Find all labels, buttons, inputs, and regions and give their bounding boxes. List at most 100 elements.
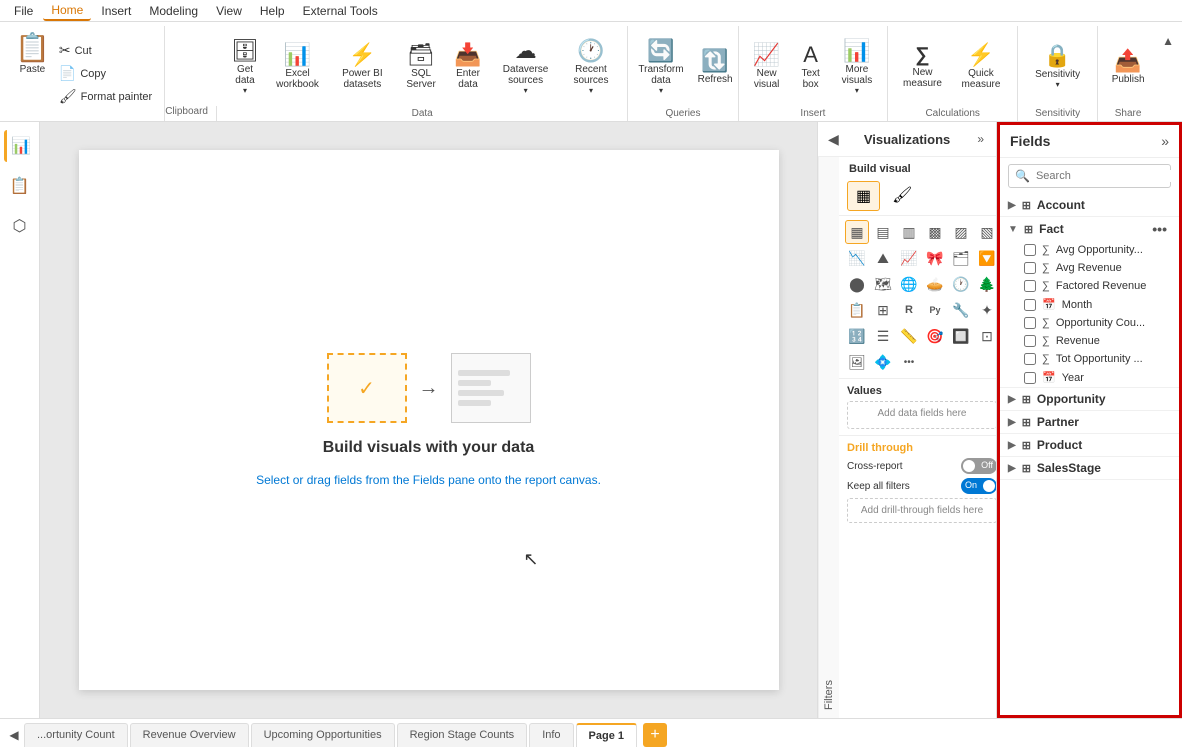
- table-view-button[interactable]: 📋: [4, 170, 36, 202]
- viz-panel-collapse-left[interactable]: ◀: [828, 131, 839, 148]
- more-visuals-button[interactable]: 📊 More visuals ▾: [835, 37, 880, 98]
- fact-more-icon[interactable]: •••: [1148, 221, 1171, 237]
- format-painter-button[interactable]: 🖌 Format painter: [55, 86, 156, 107]
- tab-region-stage-counts[interactable]: Region Stage Counts: [397, 723, 528, 747]
- viz-stacked-bar[interactable]: ▦: [845, 220, 869, 244]
- viz-filled-map[interactable]: 🌐: [897, 272, 921, 296]
- avg-revenue-checkbox[interactable]: [1024, 262, 1036, 274]
- viz-area[interactable]: ⛰: [871, 246, 895, 270]
- filters-label[interactable]: Filters: [818, 157, 839, 718]
- factored-revenue-checkbox[interactable]: [1024, 280, 1036, 292]
- field-group-salesstage-header[interactable]: ▶ ⊞ SalesStage: [1000, 457, 1179, 479]
- field-avg-revenue[interactable]: ∑ Avg Revenue: [1000, 259, 1179, 277]
- quick-measure-button[interactable]: ⚡ Quick measure: [953, 41, 1009, 93]
- month-checkbox[interactable]: [1024, 299, 1036, 311]
- field-tot-opportunity[interactable]: ∑ Tot Opportunity ...: [1000, 350, 1179, 368]
- sql-server-button[interactable]: 🗃 SQL Server: [399, 41, 444, 93]
- viz-ribbon[interactable]: 🎀: [923, 246, 947, 270]
- sensitivity-button[interactable]: 🔒 Sensitivity ▾: [1030, 42, 1085, 92]
- revenue-checkbox[interactable]: [1024, 335, 1036, 347]
- menu-modeling[interactable]: Modeling: [141, 2, 206, 20]
- viz-card[interactable]: 🔢: [845, 324, 869, 348]
- viz-funnel[interactable]: 🔽: [975, 246, 996, 270]
- power-bi-datasets-button[interactable]: ⚡ Power BI datasets: [330, 41, 395, 93]
- viz-chart-tab[interactable]: ▦: [847, 181, 880, 211]
- viz-stacked-col[interactable]: ▩: [923, 220, 947, 244]
- menu-help[interactable]: Help: [252, 2, 293, 20]
- viz-more[interactable]: •••: [897, 350, 921, 374]
- viz-line-stacked[interactable]: 📈: [897, 246, 921, 270]
- keep-filters-toggle[interactable]: On: [961, 478, 996, 494]
- refresh-button[interactable]: 🔃 Refresh: [695, 47, 735, 88]
- viz-line[interactable]: 📉: [845, 246, 869, 270]
- viz-decomp-tree[interactable]: ✦: [975, 298, 996, 322]
- viz-shape[interactable]: ⊡: [975, 324, 996, 348]
- viz-r-visual[interactable]: R: [897, 298, 921, 322]
- viz-waterfall[interactable]: 🗂: [949, 246, 973, 270]
- cross-report-toggle[interactable]: Off: [961, 458, 996, 474]
- tab-revenue-overview[interactable]: Revenue Overview: [130, 723, 249, 747]
- values-drop-zone[interactable]: Add data fields here: [847, 401, 996, 429]
- viz-expand-btn[interactable]: »: [975, 130, 986, 148]
- viz-kpi[interactable]: 🎯: [923, 324, 947, 348]
- add-tab-button[interactable]: +: [643, 723, 667, 747]
- viz-clustered-bar[interactable]: ▤: [871, 220, 895, 244]
- report-view-button[interactable]: 📊: [4, 130, 36, 162]
- viz-treemap[interactable]: 🌲: [975, 272, 996, 296]
- new-measure-button[interactable]: ∑ New measure: [896, 42, 949, 92]
- field-revenue[interactable]: ∑ Revenue: [1000, 332, 1179, 350]
- viz-clustered-col[interactable]: ▨: [949, 220, 973, 244]
- recent-sources-button[interactable]: 🕐 Recent sources ▾: [563, 37, 620, 98]
- publish-button[interactable]: 📤 Publish: [1107, 47, 1150, 88]
- tab-upcoming-opportunities[interactable]: Upcoming Opportunities: [251, 723, 395, 747]
- report-canvas[interactable]: ✓ → Build visuals with your data Select …: [79, 150, 779, 690]
- field-group-fact-header[interactable]: ▼ ⊞ Fact •••: [1000, 217, 1179, 241]
- field-factored-revenue[interactable]: ∑ Factored Revenue: [1000, 277, 1179, 295]
- opportunity-count-checkbox[interactable]: [1024, 317, 1036, 329]
- dataverse-button[interactable]: ☁ Dataverse sources ▾: [493, 37, 559, 98]
- field-group-account-header[interactable]: ▶ ⊞ Account: [1000, 194, 1179, 216]
- field-group-partner-header[interactable]: ▶ ⊞ Partner: [1000, 411, 1179, 433]
- text-box-button[interactable]: A Text box: [791, 41, 831, 93]
- field-group-opportunity-header[interactable]: ▶ ⊞ Opportunity: [1000, 388, 1179, 410]
- new-visual-button[interactable]: 📈 New visual: [747, 41, 787, 93]
- excel-workbook-button[interactable]: 📊 Excel workbook: [269, 41, 326, 93]
- menu-external-tools[interactable]: External Tools: [295, 2, 386, 20]
- tab-page-1[interactable]: Page 1: [576, 723, 637, 747]
- tot-opportunity-checkbox[interactable]: [1024, 353, 1036, 365]
- field-month[interactable]: 📅 Month: [1000, 295, 1179, 314]
- viz-map[interactable]: 🗺: [871, 272, 895, 296]
- copy-button[interactable]: 📄 Copy: [55, 63, 156, 84]
- enter-data-button[interactable]: 📥 Enter data: [448, 41, 489, 93]
- viz-table[interactable]: 📋: [845, 298, 869, 322]
- viz-slicer[interactable]: 🔲: [949, 324, 973, 348]
- viz-donut[interactable]: 🕐: [949, 272, 973, 296]
- paste-button[interactable]: 📋 Paste: [12, 28, 53, 119]
- viz-pie[interactable]: 🥧: [923, 272, 947, 296]
- field-year[interactable]: 📅 Year: [1000, 368, 1179, 387]
- viz-100-stacked-bar[interactable]: ▥: [897, 220, 921, 244]
- viz-arcgis[interactable]: 💠: [871, 350, 895, 374]
- menu-insert[interactable]: Insert: [93, 2, 139, 20]
- tab-scroll-left[interactable]: ◀: [4, 723, 24, 747]
- viz-matrix[interactable]: ⊞: [871, 298, 895, 322]
- field-avg-opportunity[interactable]: ∑ Avg Opportunity...: [1000, 241, 1179, 259]
- viz-python[interactable]: Py: [923, 298, 947, 322]
- search-input[interactable]: [1036, 170, 1178, 182]
- viz-gauge[interactable]: 📏: [897, 324, 921, 348]
- viz-scatter[interactable]: ⬤: [845, 272, 869, 296]
- get-data-button[interactable]: 🗄 Get data ▾: [225, 37, 265, 98]
- transform-data-button[interactable]: 🔄 Transform data ▾: [631, 37, 691, 98]
- tab-info[interactable]: Info: [529, 723, 573, 747]
- avg-opportunity-checkbox[interactable]: [1024, 244, 1036, 256]
- year-checkbox[interactable]: [1024, 372, 1036, 384]
- menu-view[interactable]: View: [208, 2, 250, 20]
- fields-expand-btn[interactable]: »: [1161, 133, 1169, 149]
- drill-drop-zone[interactable]: Add drill-through fields here: [847, 498, 996, 523]
- viz-image[interactable]: 🖼: [845, 350, 869, 374]
- field-opportunity-count[interactable]: ∑ Opportunity Cou...: [1000, 314, 1179, 332]
- field-group-product-header[interactable]: ▶ ⊞ Product: [1000, 434, 1179, 456]
- menu-file[interactable]: File: [6, 2, 41, 20]
- viz-key-influencers[interactable]: 🔧: [949, 298, 973, 322]
- tab-opportunity-count[interactable]: ...ortunity Count: [24, 723, 128, 747]
